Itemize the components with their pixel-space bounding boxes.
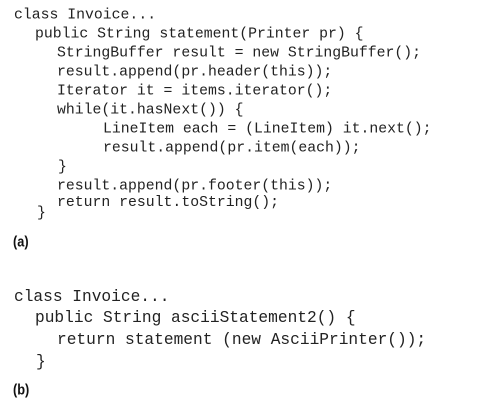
code-line: while(it.hasNext()) {	[57, 102, 244, 119]
code-line: StringBuffer result = new StringBuffer()…	[57, 45, 422, 62]
code-line: public String asciiStatement2() {	[35, 308, 356, 327]
code-line: result.append(pr.footer(this));	[57, 178, 333, 195]
code-line: }	[37, 205, 46, 222]
code-line: result.append(pr.header(this));	[57, 64, 333, 81]
code-line: class Invoice...	[14, 287, 170, 306]
code-line: LineItem each = (LineItem) it.next();	[103, 121, 432, 138]
code-line: return result.toString();	[57, 195, 279, 211]
code-line: class Invoice...	[14, 7, 157, 24]
code-line: return statement (new AsciiPrinter());	[57, 330, 427, 349]
figure-label-b: (b)	[13, 381, 30, 399]
code-line: }	[36, 352, 46, 371]
code-line: }	[58, 159, 67, 176]
code-line: result.append(pr.item(each));	[103, 140, 361, 157]
figure-label-a: (a)	[13, 233, 29, 251]
code-line: Iterator it = items.iterator();	[57, 83, 333, 100]
code-line: public String statement(Printer pr) {	[35, 26, 364, 43]
